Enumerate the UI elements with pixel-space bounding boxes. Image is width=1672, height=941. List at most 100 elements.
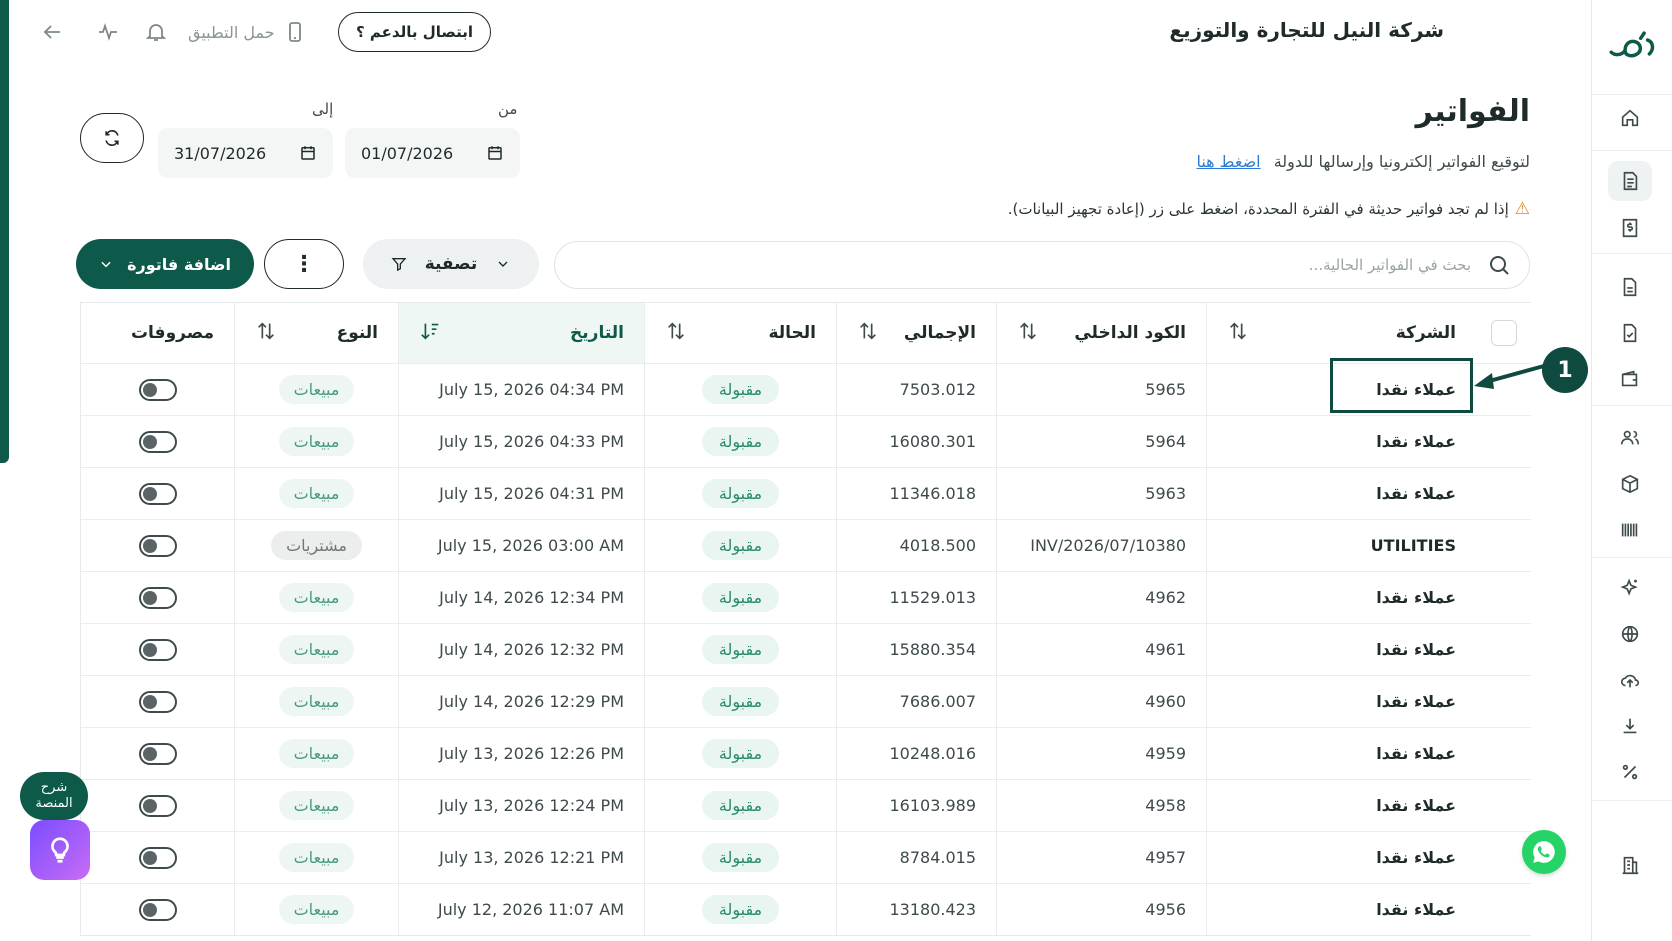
rail-wallet[interactable] [1608,359,1652,399]
sort-icon[interactable] [857,320,879,347]
rail-home[interactable] [1608,98,1652,138]
sign-invoices-link[interactable]: اضغط هنا [1196,152,1260,171]
company-cell[interactable]: UTILITIES [1206,520,1476,571]
col-type[interactable]: النوع [234,303,398,363]
rail-taxes[interactable] [1608,752,1652,792]
to-date-value: 31/07/2026 [174,143,267,163]
row-select-cell [1476,884,1531,935]
expense-cell [81,676,234,727]
expense-toggle[interactable] [138,378,177,401]
get-app-link[interactable]: حمل التطبيق [188,20,307,44]
contact-support-button[interactable]: ابتصال بالدعم ؟ [338,12,491,52]
col-type-label: النوع [336,323,378,343]
table-row[interactable]: عملاء نقدا 4957 8784.015 مقبولة July 13, 202… [81,832,1531,884]
col-expenses: مصروفات [81,303,234,363]
date-cell: July 15, 2026 04:34 PM [398,364,644,415]
col-total[interactable]: الإجمالي [836,303,996,363]
rail-approvals[interactable] [1608,313,1652,353]
search-box[interactable] [554,241,1530,289]
company-cell[interactable]: عملاء نقدا [1206,416,1476,467]
sort-desc-icon[interactable] [419,320,441,347]
table-row[interactable]: عملاء نقدا 4959 10248.016 مقبولة July 13, 20… [81,728,1531,780]
rail-global[interactable] [1608,614,1652,654]
rail-documents[interactable] [1608,267,1652,307]
expense-toggle[interactable] [138,898,177,921]
sort-icon[interactable] [1227,320,1249,347]
activity-button[interactable] [93,17,123,47]
expense-toggle[interactable] [138,586,177,609]
tour-button[interactable] [30,820,90,880]
table-row[interactable]: عملاء نقدا 5964 16080.301 مقبولة July 15, 20… [81,416,1531,468]
company-cell[interactable]: عملاء نقدا [1206,572,1476,623]
status-cell: مقبولة [644,416,836,467]
sort-icon[interactable] [665,320,687,347]
more-options-button[interactable]: ⋮ [264,239,344,289]
from-date-input[interactable]: 01/07/2026 [345,128,520,178]
platform-tour-badge[interactable]: شرح المنصة [20,772,88,820]
rail-products[interactable] [1608,464,1652,504]
notifications-button[interactable] [141,17,171,47]
status-badge: مقبولة [701,739,780,768]
warning-icon: ⚠ [1514,199,1530,219]
col-company[interactable]: الشركة [1206,303,1476,363]
select-all-checkbox[interactable] [1490,320,1517,346]
expense-toggle[interactable] [138,690,177,713]
rail-invoices[interactable] [1608,161,1652,201]
rail-divider [1592,94,1672,95]
expense-toggle[interactable] [138,794,177,817]
code-cell: INV/2026/07/10380 [996,520,1206,571]
company-cell[interactable]: عملاء نقدا [1206,676,1476,727]
table-row[interactable]: عملاء نقدا 5963 11346.018 مقبولة July 15, 20… [81,468,1531,520]
table-body: عملاء نقدا 5965 7503.012 مقبولة July 15, 202… [81,364,1531,935]
filter-button[interactable]: تصفية [363,239,539,289]
sort-icon[interactable] [255,320,277,347]
company-cell[interactable]: عملاء نقدا [1206,624,1476,675]
table-row[interactable]: عملاء نقدا 4960 7686.007 مقبولة July 14, 202… [81,676,1531,728]
back-button[interactable] [37,17,67,47]
refresh-data-button[interactable] [80,113,144,163]
company-name: UTILITIES [1370,536,1456,555]
expense-toggle[interactable] [138,482,177,505]
company-cell[interactable]: عملاء نقدا [1206,884,1476,935]
rail-customers[interactable] [1608,418,1652,458]
invoice-total: 16103.989 [889,796,976,815]
invoice-date: July 14, 2026 12:32 PM [439,640,624,659]
table-row[interactable]: UTILITIES INV/2026/07/10380 4018.500 مقبولة… [81,520,1531,572]
expense-toggle[interactable] [138,638,177,661]
table-row[interactable]: عملاء نقدا 5965 7503.012 مقبولة July 15, 202… [81,364,1531,416]
rail-upload[interactable] [1608,660,1652,700]
col-code[interactable]: الكود الداخلي [996,303,1206,363]
rail-ai[interactable] [1608,568,1652,608]
expense-toggle[interactable] [138,846,177,869]
expense-toggle[interactable] [138,742,177,765]
type-cell: مبيعات [234,416,398,467]
company-cell[interactable]: عملاء نقدا [1206,780,1476,831]
sort-icon[interactable] [1017,320,1039,347]
get-app-label: حمل التطبيق [188,22,275,42]
table-row[interactable]: عملاء نقدا 4956 13180.423 مقبولة July 12, 20… [81,884,1531,935]
rail-receipts[interactable] [1608,208,1652,248]
whatsapp-button[interactable] [1522,830,1566,874]
to-date-input[interactable]: 31/07/2026 [158,128,333,178]
search-input[interactable] [609,255,1473,275]
rail-company[interactable] [1608,845,1652,885]
internal-code: 4957 [1145,848,1186,867]
status-cell: مقبولة [644,832,836,883]
table-row[interactable]: عملاء نقدا 4958 16103.989 مقبولة July 13, 20… [81,780,1531,832]
expense-toggle[interactable] [138,430,177,453]
col-date[interactable]: التاريخ [398,303,644,363]
table-row[interactable]: عملاء نقدا 4962 11529.013 مقبولة July 14, 20… [81,572,1531,624]
company-cell[interactable]: عملاء نقدا [1206,832,1476,883]
add-invoice-button[interactable]: اضافة فاتورة [76,239,254,289]
col-status[interactable]: الحالة [644,303,836,363]
rail-download[interactable] [1608,706,1652,746]
rail-barcode[interactable] [1608,510,1652,550]
company-cell[interactable]: عملاء نقدا [1206,468,1476,519]
date-cell: July 15, 2026 04:33 PM [398,416,644,467]
barcode-icon [1621,523,1638,537]
expense-toggle[interactable] [138,534,177,557]
expense-cell [81,520,234,571]
brand-logo[interactable] [1602,22,1662,72]
company-cell[interactable]: عملاء نقدا [1206,728,1476,779]
table-row[interactable]: عملاء نقدا 4961 15880.354 مقبولة July 14, 20… [81,624,1531,676]
